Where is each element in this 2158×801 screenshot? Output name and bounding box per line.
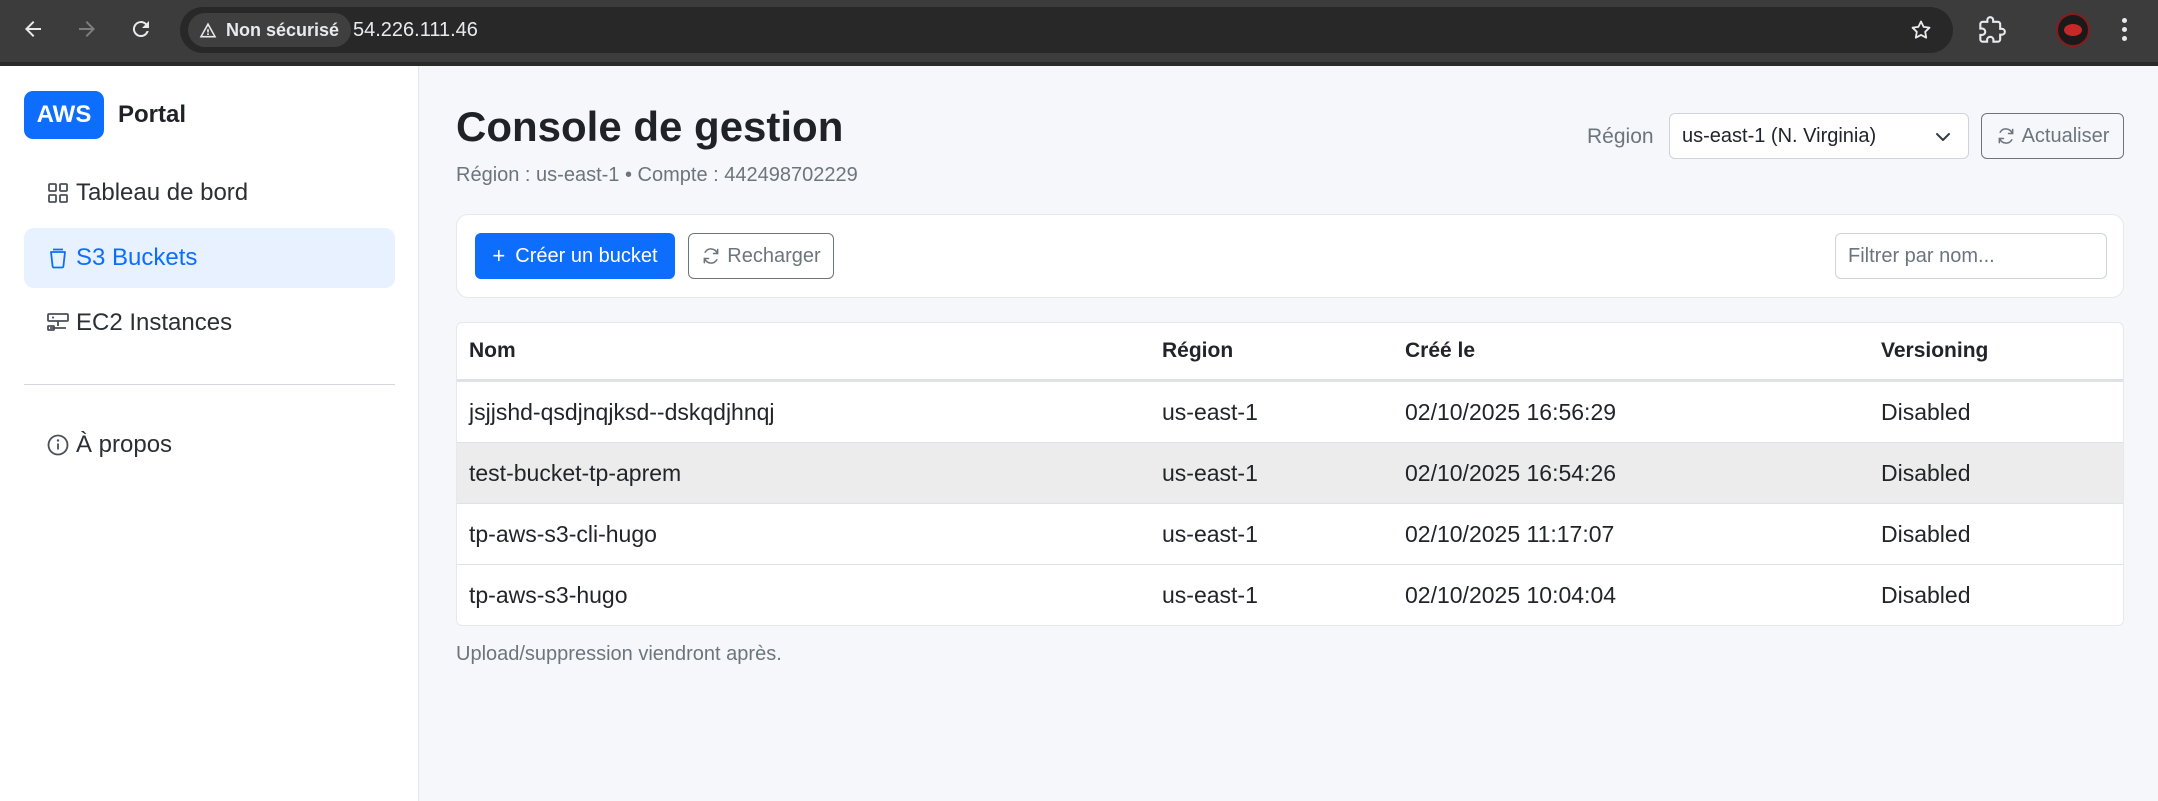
column-header-region[interactable]: Région — [1162, 339, 1233, 363]
bucket-versioning: Disabled — [1881, 581, 1971, 608]
reload-page-icon[interactable] — [126, 14, 156, 44]
browser-toolbar: Non sécurisé 54.226.111.46 — [0, 0, 2158, 66]
sidebar-item-s3-buckets[interactable]: S3 Buckets — [24, 228, 395, 288]
bookmark-star-icon[interactable] — [1909, 18, 1933, 42]
warning-icon — [199, 22, 217, 38]
bucket-icon — [50, 248, 66, 269]
bucket-region: us-east-1 — [1162, 520, 1258, 547]
region-select[interactable]: us-east-1 (N. Virginia) — [1669, 113, 1969, 159]
bucket-name: tp-aws-s3-hugo — [469, 581, 628, 608]
address-bar[interactable]: Non sécurisé 54.226.111.46 — [180, 7, 1953, 53]
bucket-region: us-east-1 — [1162, 581, 1258, 608]
refresh-icon — [1998, 128, 2014, 144]
bucket-region: us-east-1 — [1162, 459, 1258, 486]
column-header-name[interactable]: Nom — [469, 339, 516, 363]
bucket-name: jsjjshd-qsdjnqjksd--dskqdjhnqj — [469, 398, 775, 425]
grid-icon — [48, 183, 68, 203]
info-icon — [47, 434, 69, 456]
table-row[interactable]: jsjjshd-qsdjnqjksd--dskqdjhnqj us-east-1… — [457, 381, 2123, 442]
create-bucket-button[interactable]: + Créer un bucket — [475, 233, 675, 279]
sidebar-item-label: S3 Buckets — [76, 244, 198, 271]
chevron-down-icon — [1936, 133, 1950, 141]
extensions-puzzle-icon[interactable] — [1978, 16, 2006, 44]
sidebar-item-label: Tableau de bord — [76, 179, 249, 206]
url-text[interactable]: 54.226.111.46 — [353, 19, 478, 42]
table-row[interactable]: tp-aws-s3-cli-hugo us-east-1 02/10/2025 … — [457, 503, 2123, 564]
refresh-icon — [703, 248, 719, 264]
refresh-button[interactable]: Actualiser — [1981, 113, 2124, 159]
brand[interactable]: AWS Portal — [24, 91, 186, 139]
create-bucket-label: Créer un bucket — [515, 244, 658, 267]
profile-avatar[interactable] — [2056, 13, 2090, 47]
bucket-versioning: Disabled — [1881, 398, 1971, 425]
sidebar: AWS Portal Tableau de bord S3 Buckets EC… — [0, 66, 419, 801]
bucket-created: 02/10/2025 11:17:07 — [1405, 520, 1615, 547]
refresh-button-label: Actualiser — [2021, 124, 2110, 147]
bucket-created: 02/10/2025 16:54:26 — [1405, 459, 1617, 486]
forward-arrow-icon[interactable] — [72, 14, 102, 44]
bucket-versioning: Disabled — [1881, 459, 1971, 486]
bucket-versioning: Disabled — [1881, 520, 1971, 547]
table-row[interactable]: tp-aws-s3-hugo us-east-1 02/10/2025 10:0… — [457, 564, 2123, 625]
region-selected-value: us-east-1 (N. Virginia) — [1682, 124, 1877, 147]
sidebar-item-about[interactable]: À propos — [24, 415, 395, 475]
table-row[interactable]: test-bucket-tp-aprem us-east-1 02/10/202… — [457, 442, 2123, 503]
sidebar-divider — [24, 384, 395, 385]
bucket-created: 02/10/2025 16:56:29 — [1405, 398, 1617, 425]
server-icon — [47, 313, 69, 331]
footnote: Upload/suppression viendront après. — [456, 643, 782, 665]
sidebar-item-label: EC2 Instances — [76, 309, 233, 336]
bucket-name: tp-aws-s3-cli-hugo — [469, 520, 657, 547]
bucket-region: us-east-1 — [1162, 398, 1258, 425]
reload-button[interactable]: Recharger — [688, 233, 834, 279]
browser-menu-icon[interactable] — [2110, 14, 2138, 44]
table-header: Nom Région Créé le Versioning — [457, 323, 2123, 381]
security-label: Non sécurisé — [226, 19, 340, 40]
bucket-created: 02/10/2025 10:04:04 — [1405, 581, 1617, 608]
brand-name: Portal — [118, 101, 187, 128]
brand-badge: AWS — [24, 91, 104, 139]
filter-input[interactable] — [1835, 233, 2107, 279]
page-title: Console de gestion — [456, 103, 844, 150]
back-arrow-icon[interactable] — [18, 14, 48, 44]
bucket-name: test-bucket-tp-aprem — [469, 459, 682, 486]
page-subtitle: Région : us-east-1 • Compte : 4424987022… — [456, 164, 858, 186]
reload-button-label: Recharger — [727, 244, 821, 267]
toolbar-card: + Créer un bucket Recharger — [456, 214, 2124, 298]
sidebar-item-label: À propos — [76, 431, 173, 458]
sidebar-item-ec2-instances[interactable]: EC2 Instances — [24, 293, 395, 353]
buckets-table: Nom Région Créé le Versioning jsjjshd-qs… — [456, 322, 2124, 626]
column-header-versioning[interactable]: Versioning — [1881, 339, 1988, 363]
column-header-created[interactable]: Créé le — [1405, 339, 1475, 363]
sidebar-item-dashboard[interactable]: Tableau de bord — [24, 163, 395, 223]
region-label: Région — [1587, 125, 1654, 148]
security-chip[interactable]: Non sécurisé — [188, 13, 352, 47]
plus-icon: + — [492, 243, 506, 268]
